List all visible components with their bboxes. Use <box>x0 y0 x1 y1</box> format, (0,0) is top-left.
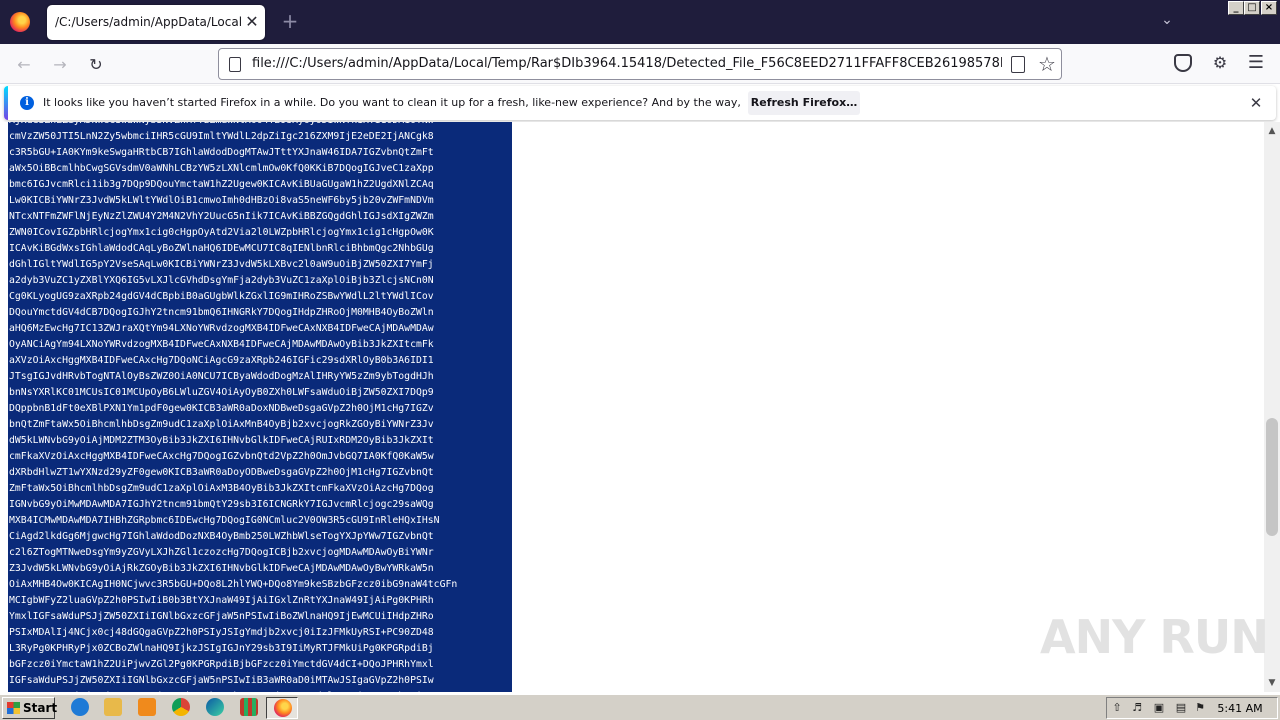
text-line: a2dyb3VuZC1yZXBlYXQ6IG5vLXJlcGVhdDsgYmFj… <box>9 275 434 286</box>
network-icon[interactable]: ▣ <box>1152 701 1166 715</box>
page-content: AjKdeSZhLZiyADNWeCIwaWNyb3NvZnRfTzZmaWNl… <box>0 122 1264 692</box>
system-tray: ⇧ ♬ ▣ ▤ ⚑ 5:41 AM <box>1106 697 1278 719</box>
window-restore-button[interactable]: □ <box>1244 1 1260 15</box>
window-close-button[interactable]: × <box>1261 1 1277 15</box>
clock[interactable]: 5:41 AM <box>1207 701 1273 717</box>
text-line: Lw0KICBiYWNrZ3JvdW5kLWltYWdlOiB1cmwoImh0… <box>9 195 434 206</box>
text-line: aXVzOiAxcHggMXB4IDFweCAxcHg7DQoNCiAgcG9z… <box>9 355 434 366</box>
text-line: IGNvbG9yOiMwMDAwMDA7IGJhY2tncm91bmQtY29s… <box>9 499 434 510</box>
close-icon[interactable]: ✕ <box>1248 94 1264 112</box>
text-line: ZWN0ICovIGZpbHRlcjogYmx1cig0cHgpOyAtd2Vi… <box>9 227 434 238</box>
text-line: dGhlIGltYWdlIG5pY2VseSAqLw0KICBiYWNrZ3Jv… <box>9 259 434 270</box>
star-icon[interactable]: ☆ <box>1037 52 1057 76</box>
watermark: ANY RUN <box>1040 610 1269 664</box>
new-tab-button[interactable]: + <box>281 10 299 32</box>
text-line: dW5kLWNvbG9yOiAjMDM2ZTM3OyBib3JkZXI6IHNv… <box>9 435 434 446</box>
scroll-up-arrow-icon[interactable]: ▲ <box>1264 124 1280 138</box>
text-line: c3R5bGU+IA0KYm9keSwgaHRtbCB7IGhlaWdodDog… <box>9 147 434 158</box>
text-line: YmxlIGFsaWduPSJjZW50ZXIiIGNlbGxzcGFjaW5n… <box>9 611 434 622</box>
text-line: CiAgd2lkdGg6MjgwcHg7IGhlaWdodDozNXB4OyBm… <box>9 531 434 542</box>
text-line: aHQ6MzEwcHg7IC13ZWJraXQtYm94LXNoYWRvdzog… <box>9 323 434 334</box>
media-player-icon[interactable] <box>138 698 156 716</box>
firefox-logo-icon <box>10 12 30 32</box>
navigation-toolbar: ← → ↻ file:///C:/Users/admin/AppData/Loc… <box>0 44 1280 84</box>
chrome-icon[interactable] <box>172 698 190 716</box>
notification-accent <box>4 86 8 120</box>
info-icon: i <box>20 96 34 110</box>
monitor-icon[interactable]: ▤ <box>1174 701 1188 715</box>
text-line: aHQ6NTBweDsiPjwvdGQ+PC90cj4NCgkNCgkJCQkJ… <box>9 689 512 692</box>
text-line: L3RyPg0KPHRyPjx0ZCBoZWlnaHQ9IjkzJSIgIGJn… <box>9 643 434 654</box>
text-line: PSIxMDAlIj4NCjx0cj48dGQgaGVpZ2h0PSIyJSIg… <box>9 627 434 638</box>
tab-list-chevron-icon[interactable]: ⌄ <box>1158 12 1176 32</box>
text-line: DQouYmctdGV4dCB7DQogIGJhY2tncm91bmQ6IHNG… <box>9 307 434 318</box>
text-line: JTsgIGJvdHRvbTogNTAlOyBsZWZ0OiA0NCU7ICBy… <box>9 371 434 382</box>
extensions-icon[interactable]: ⚙ <box>1210 52 1230 74</box>
text-line: MCIgbWFyZ2luaGVpZ2h0PSIwIiB0b3BtYXJnaW49… <box>9 595 434 606</box>
volume-icon[interactable]: ♬ <box>1130 701 1144 715</box>
scrollbar-thumb[interactable] <box>1266 418 1278 536</box>
url-text[interactable]: file:///C:/Users/admin/AppData/Local/Tem… <box>252 56 1002 74</box>
notification-bar: i It looks like you haven’t started Fire… <box>4 86 1276 120</box>
text-line: OiAxMHB4Ow0KICAgIH0NCjwvc3R5bGU+DQo8L2hl… <box>9 579 458 590</box>
text-line: AjKdeSZhLZiyADNWeCIwaWNyb3NvZnRfTzZmaWNl… <box>9 122 512 129</box>
text-line: ICAvKiBGdWxsIGhlaWdodCAqLyBoZWlnaHQ6IDEw… <box>9 243 434 254</box>
hamburger-menu-icon[interactable]: ☰ <box>1246 52 1266 74</box>
forward-arrow-icon[interactable]: → <box>49 54 71 76</box>
pocket-icon[interactable] <box>1174 54 1192 72</box>
text-line: OyANCiAgYm94LXNoYWRvdzogMXB4IDFweCAxNXB4… <box>9 339 434 350</box>
folder-icon[interactable] <box>104 698 122 716</box>
tray-expand-icon[interactable]: ⇧ <box>1110 701 1124 715</box>
text-line: IGFsaWduPSJjZW50ZXIiIGNlbGxzcGFjaW5nPSIw… <box>9 675 434 686</box>
text-line: MXB4ICMwMDAwMDA7IHBhZGRpbmc6IDEwcHg7DQog… <box>9 515 440 526</box>
tab-title: /C:/Users/admin/AppData/Local/Temp/Rar$D… <box>55 15 241 29</box>
text-line: bmc6IGJvcmRlci1ib3g7DQp9DQouYmctaW1hZ2Ug… <box>9 179 434 190</box>
text-line: bGFzcz0iYmctaW1hZ2UiPjwvZGl2Pg0KPGRpdiBj… <box>9 659 434 670</box>
text-line: bnNsYXRlKC01MCUsIC01MCUpOyB6LWluZGV4OiAy… <box>9 387 434 398</box>
start-label: Start <box>23 701 58 715</box>
text-line: cmFkaXVzOiAxcHggMXB4IDFweCAxcHg7DQogIGZv… <box>9 451 434 462</box>
taskbar-firefox-button[interactable] <box>266 697 298 719</box>
text-line: aWx5OiBBcmlhbCwgSGVsdmV0aWNhLCBzYW5zLXNl… <box>9 163 434 174</box>
text-line: Cg0KLyogUG9zaXRpb24gdGV4dCBpbiB0aGUgbWlk… <box>9 291 434 302</box>
window-minimize-button[interactable]: _ <box>1228 1 1244 15</box>
edge-icon[interactable] <box>206 698 224 716</box>
internet-explorer-icon[interactable] <box>71 698 89 716</box>
text-line: dXRbdHlwZT1wYXNzd29yZF0gew0KICB3aWR0aDoy… <box>9 467 434 478</box>
refresh-firefox-button[interactable]: Refresh Firefox… <box>748 91 860 115</box>
app-icon[interactable] <box>240 698 258 716</box>
text-line: DQppbnB1dFt0eXBlPXN1Ym1pdF0gew0KICB3aWR0… <box>9 403 434 414</box>
tab-close-icon[interactable]: ✕ <box>245 13 259 31</box>
text-line: bnQtZmFtaWx5OiBhcmlhbDsgZm9udC1zaXplOiAx… <box>9 419 434 430</box>
firefox-icon <box>274 699 292 717</box>
page-icon <box>229 57 241 72</box>
text-line: NTcxNTFmZWFlNjEyNzZlZWU4Y2M4N2VhY2UucG5n… <box>9 211 434 222</box>
tab-active[interactable]: /C:/Users/admin/AppData/Local/Temp/Rar$D… <box>47 5 265 40</box>
reload-icon[interactable]: ↻ <box>85 54 107 76</box>
text-line: ZmFtaWx5OiBhcmlhbDsgZm9udC1zaXplOiAxM3B4… <box>9 483 434 494</box>
selected-base64-text[interactable]: AjKdeSZhLZiyADNWeCIwaWNyb3NvZnRfTzZmaWNl… <box>8 122 512 692</box>
text-line: c2l6ZTogMTNweDsgYm9yZGVyLXJhZGl1czozcHg7… <box>9 547 434 558</box>
windows-flag-icon <box>7 702 20 714</box>
reader-view-icon[interactable] <box>1011 56 1025 73</box>
scroll-down-arrow-icon[interactable]: ▼ <box>1264 676 1280 690</box>
tab-strip: /C:/Users/admin/AppData/Local/Temp/Rar$D… <box>0 0 1280 44</box>
vertical-scrollbar[interactable]: ▲ ▼ <box>1264 122 1280 692</box>
notification-message: It looks like you haven’t started Firefo… <box>43 96 743 109</box>
taskbar: Start ⇧ ♬ ▣ ▤ ⚑ 5:41 AM <box>0 694 1280 720</box>
url-bar[interactable]: file:///C:/Users/admin/AppData/Local/Tem… <box>218 48 1062 80</box>
back-arrow-icon[interactable]: ← <box>13 54 35 76</box>
action-center-flag-icon[interactable]: ⚑ <box>1193 701 1207 715</box>
start-button[interactable]: Start <box>2 697 58 719</box>
text-line: Z3JvdW5kLWNvbG9yOiAjRkZGOyBib3JkZXI6IHNv… <box>9 563 434 574</box>
text-line: cmVzZW50JTI5LnN2Zy5wbmciIHR5cGU9ImltYWdl… <box>9 131 434 142</box>
